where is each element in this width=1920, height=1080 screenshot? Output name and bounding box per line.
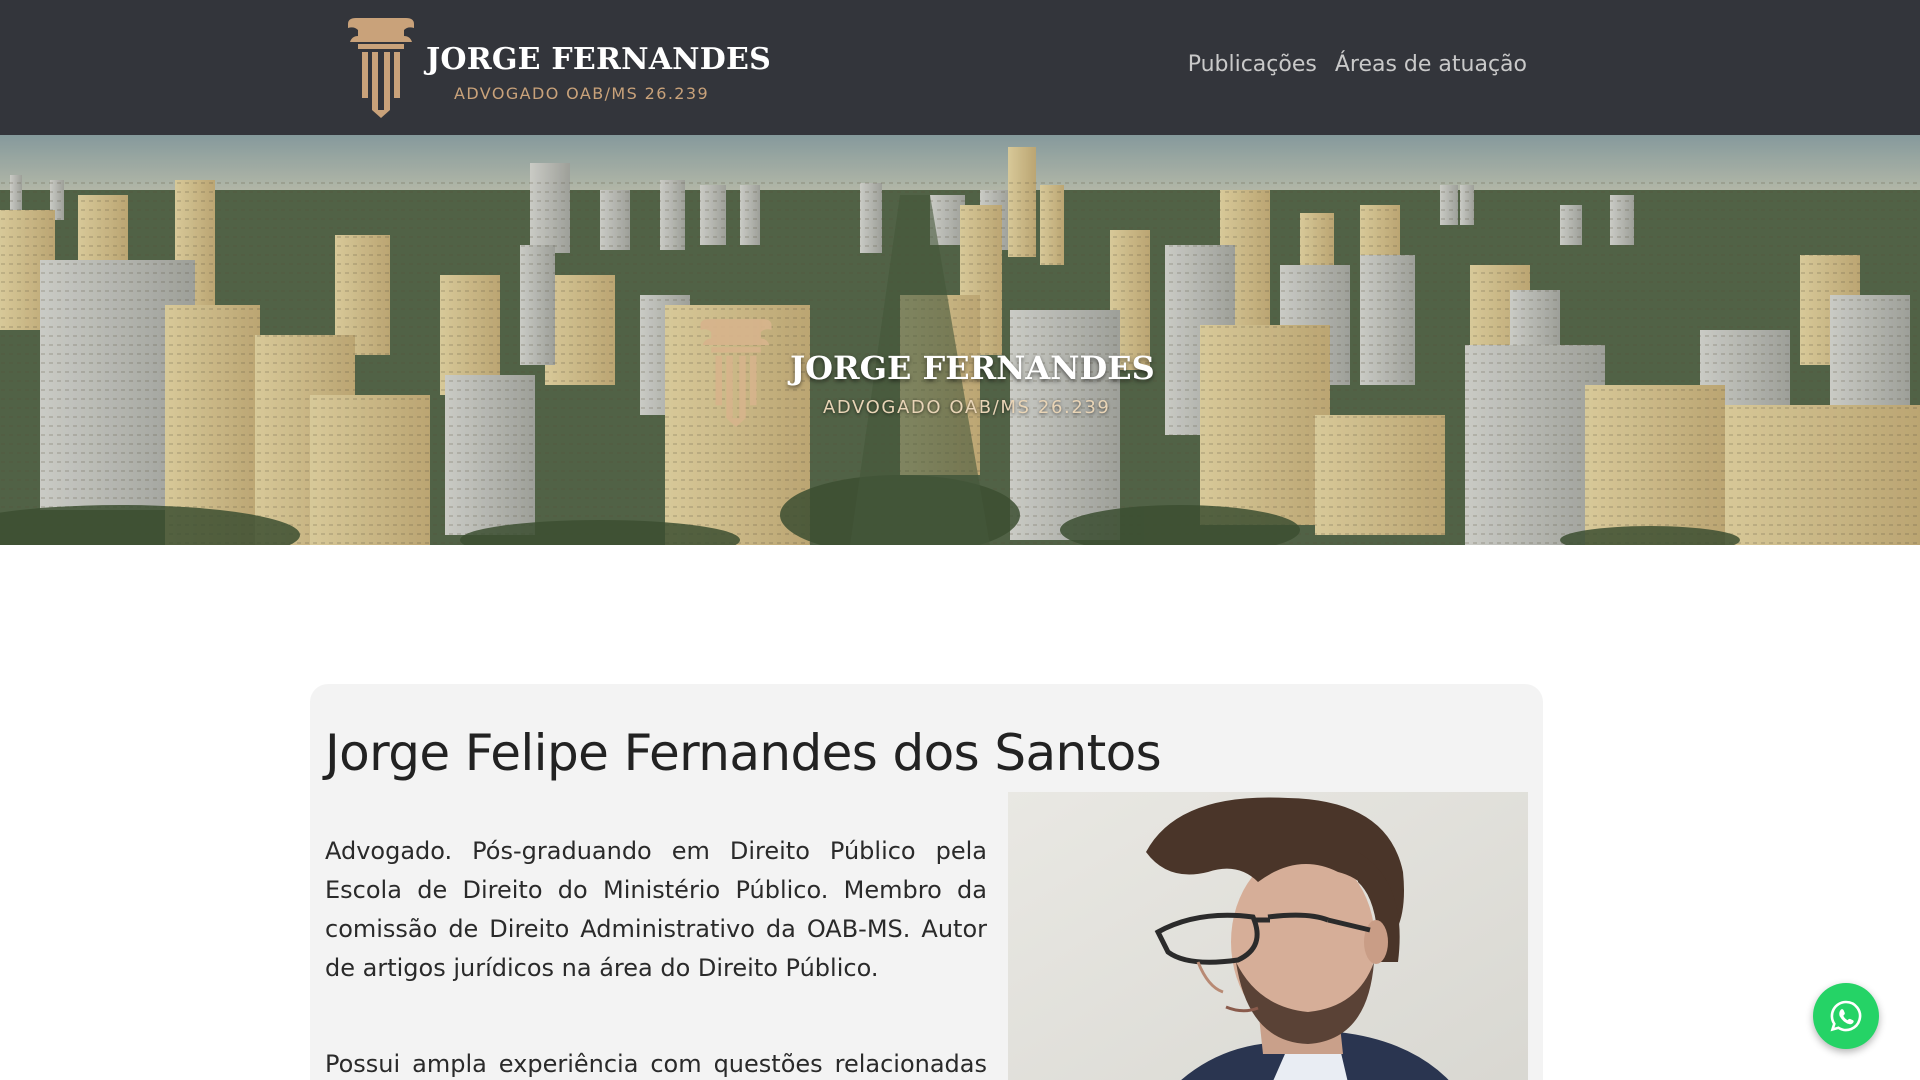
brand-subtitle: ADVOGADO OAB/MS 26.239 bbox=[454, 84, 710, 103]
main-nav: Publicações Áreas de atuação bbox=[1188, 52, 1527, 77]
hero-banner: JORGE FERNANDES ADVOGADO OAB/MS 26.239 bbox=[0, 135, 1920, 545]
nav-link-publicacoes[interactable]: Publicações bbox=[1188, 52, 1317, 77]
bio-paragraph: Possui ampla experiência com questões re… bbox=[325, 1050, 987, 1078]
whatsapp-button[interactable] bbox=[1813, 983, 1879, 1049]
brand-home-link[interactable]: JORGE FERNANDES ADVOGADO OAB/MS 26.239 bbox=[344, 16, 771, 120]
hero-brand-name: JORGE FERNANDES bbox=[790, 349, 1155, 387]
profile-name: Jorge Felipe Fernandes dos Santos bbox=[325, 724, 1162, 782]
hero-brand-subtitle: ADVOGADO OAB/MS 26.239 bbox=[823, 397, 1111, 418]
navbar: JORGE FERNANDES ADVOGADO OAB/MS 26.239 P… bbox=[0, 0, 1920, 135]
bio-paragraph: Advogado. Pós-graduando em Direito Públi… bbox=[325, 837, 987, 982]
column-pillar-logo-icon bbox=[348, 18, 414, 118]
whatsapp-icon bbox=[1830, 1000, 1862, 1032]
profile-photo bbox=[1008, 792, 1528, 1080]
brand-name: JORGE FERNANDES bbox=[426, 42, 771, 77]
city-skyline-image bbox=[0, 135, 1920, 545]
profile-bio: Advogado. Pós-graduando em Direito Públi… bbox=[325, 832, 987, 1080]
profile-card: Jorge Felipe Fernandes dos Santos Advoga… bbox=[310, 684, 1543, 1080]
nav-link-areas-de-atuacao[interactable]: Áreas de atuação bbox=[1335, 52, 1527, 77]
column-pillar-logo-icon bbox=[700, 319, 772, 427]
lawyer-portrait-image bbox=[1008, 792, 1528, 1080]
